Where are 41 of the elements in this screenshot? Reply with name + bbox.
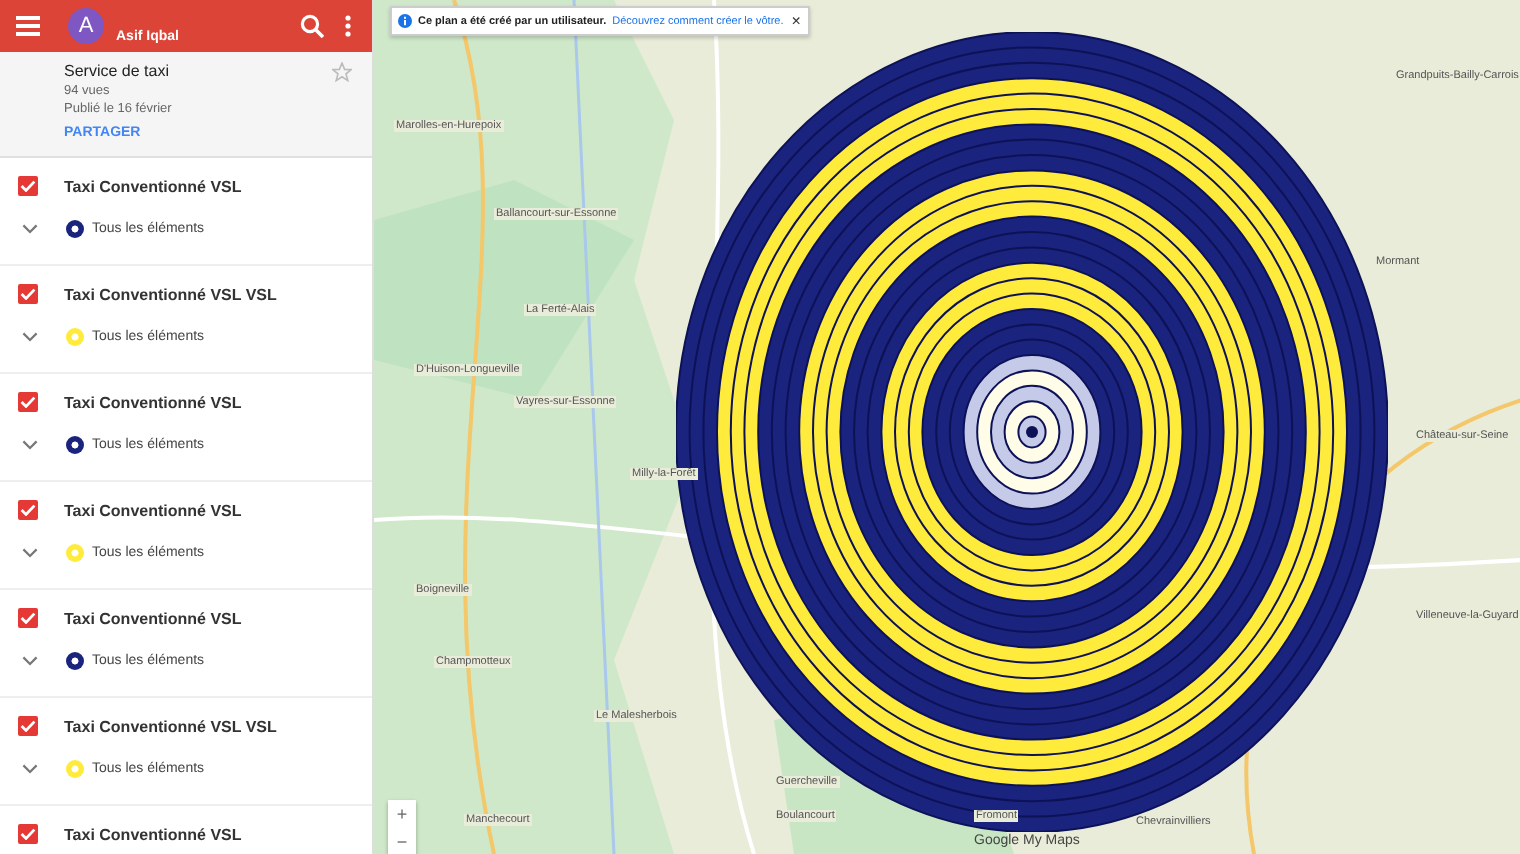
chevron-down-icon [22,440,38,450]
chevron-down-icon [22,224,38,234]
search-button[interactable] [296,10,328,42]
layer-title: Taxi Conventionné VSL [64,393,242,411]
layer-checkbox[interactable] [18,176,38,196]
layer-checkbox[interactable] [18,608,38,628]
layer-title: Taxi Conventionné VSL [64,825,242,843]
layer-checkbox[interactable] [18,284,38,304]
layer-title: Taxi Conventionné VSL VSL [64,285,277,303]
chevron-down-icon [22,764,38,774]
check-icon [20,288,36,300]
map-title: Service de taxi [64,62,169,80]
zoom-out-button[interactable]: − [388,828,416,854]
layer-title: Taxi Conventionné VSL [64,501,242,519]
info-icon [398,14,412,28]
star-icon [332,62,352,82]
zoom-in-button[interactable]: + [388,800,416,828]
layer-title: Taxi Conventionné VSL VSL [64,717,277,735]
close-button[interactable]: × [789,12,803,30]
layer-title: Taxi Conventionné VSL [64,609,242,627]
layer-checkbox[interactable] [18,500,38,520]
check-icon [20,396,36,408]
check-icon [20,828,36,840]
layer-checkbox[interactable] [18,392,38,412]
more-icon [344,14,352,38]
layer-checkbox[interactable] [18,716,38,736]
menu-button[interactable] [12,12,44,40]
menu-icon [16,16,40,36]
check-icon [20,612,36,624]
layer-checkbox[interactable] [18,824,38,844]
check-icon [20,720,36,732]
chevron-down-icon [22,548,38,558]
layer-title: Taxi Conventionné VSL [64,177,242,195]
search-icon [300,14,324,38]
check-icon [20,504,36,516]
check-icon [20,180,36,192]
more-button[interactable] [340,10,356,42]
chevron-down-icon [22,656,38,666]
star-button[interactable] [332,62,352,86]
chevron-down-icon [22,332,38,342]
user-avatar[interactable]: A [68,8,104,44]
